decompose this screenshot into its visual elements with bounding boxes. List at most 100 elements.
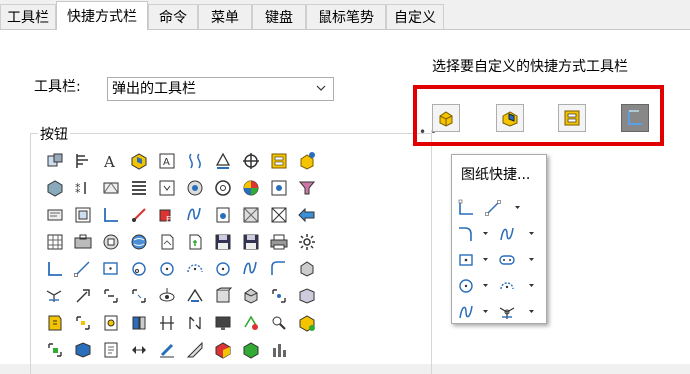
command-button-37[interactable] xyxy=(213,232,233,252)
command-button-1[interactable] xyxy=(45,151,65,171)
chevron-down-icon[interactable] xyxy=(528,308,535,315)
command-button-58[interactable] xyxy=(241,286,261,306)
tab-mouse-gestures[interactable]: 鼠标笔势 xyxy=(306,4,386,29)
command-button-25[interactable]: E xyxy=(157,205,177,225)
spline-tool-2[interactable] xyxy=(455,301,477,323)
chevron-down-icon[interactable] xyxy=(514,204,521,211)
tab-keyboard[interactable]: 键盘 xyxy=(252,4,306,29)
command-button-61[interactable] xyxy=(45,313,65,333)
command-button-24[interactable] xyxy=(129,205,149,225)
command-button-53[interactable] xyxy=(101,286,121,306)
circle-tool[interactable] xyxy=(455,275,477,297)
toolbar-select[interactable]: 弹出的工具栏 xyxy=(107,77,334,101)
command-button-9[interactable] xyxy=(269,151,289,171)
command-button-13[interactable] xyxy=(101,178,121,198)
tab-menus[interactable]: 菜单 xyxy=(198,4,252,29)
command-button-69[interactable] xyxy=(269,313,289,333)
chevron-down-icon[interactable] xyxy=(528,230,535,237)
command-button-68[interactable] xyxy=(241,313,261,333)
command-button-44[interactable] xyxy=(129,259,149,279)
command-button-72[interactable] xyxy=(73,340,93,360)
command-button-6[interactable] xyxy=(185,151,205,171)
command-button-43[interactable] xyxy=(101,259,121,279)
command-button-63[interactable] xyxy=(101,313,121,333)
command-button-16[interactable] xyxy=(185,178,205,198)
slot-tool[interactable] xyxy=(496,249,518,271)
drawing-shortcut-button[interactable] xyxy=(558,104,586,132)
command-button-55[interactable] xyxy=(157,286,177,306)
command-button-74[interactable] xyxy=(129,340,149,360)
command-button-5[interactable]: A xyxy=(157,151,177,171)
command-button-12[interactable]: ⁑ xyxy=(73,178,93,198)
command-button-51[interactable] xyxy=(45,286,65,306)
rectangle-tool[interactable] xyxy=(455,249,477,271)
command-button-2[interactable] xyxy=(73,151,93,171)
assembly-shortcut-button[interactable] xyxy=(496,104,524,132)
command-button-7[interactable] xyxy=(213,151,233,171)
command-button-34[interactable] xyxy=(129,232,149,252)
command-button-75[interactable] xyxy=(157,340,177,360)
command-button-23[interactable] xyxy=(101,205,121,225)
tab-customization[interactable]: 自定义 xyxy=(386,4,444,29)
command-button-20[interactable] xyxy=(297,178,317,198)
command-button-30[interactable] xyxy=(297,205,317,225)
command-button-22[interactable] xyxy=(73,205,93,225)
command-button-76[interactable] xyxy=(185,340,205,360)
command-button-8[interactable] xyxy=(241,151,261,171)
trim-tool[interactable] xyxy=(496,301,518,323)
command-button-45[interactable] xyxy=(157,259,177,279)
command-button-39[interactable] xyxy=(269,232,289,252)
line-tool[interactable] xyxy=(482,197,504,219)
command-button-27[interactable] xyxy=(213,205,233,225)
command-button-32[interactable] xyxy=(73,232,93,252)
command-button-15[interactable] xyxy=(157,178,177,198)
command-button-57[interactable] xyxy=(213,286,233,306)
command-button-31[interactable] xyxy=(45,232,65,252)
tab-shortcut-bar[interactable]: 快捷方式栏 xyxy=(56,1,148,30)
chevron-down-icon[interactable] xyxy=(482,256,489,263)
command-button-28[interactable] xyxy=(241,205,261,225)
chevron-down-icon[interactable] xyxy=(482,308,489,315)
command-button-26[interactable] xyxy=(185,205,205,225)
chevron-down-icon[interactable] xyxy=(528,256,535,263)
command-button-52[interactable] xyxy=(73,286,93,306)
command-button-59[interactable] xyxy=(269,286,289,306)
command-button-40[interactable] xyxy=(297,232,317,252)
command-button-49[interactable] xyxy=(269,259,289,279)
sketch-shortcut-button[interactable] xyxy=(621,104,649,132)
command-button-64[interactable] xyxy=(129,313,149,333)
command-button-18[interactable] xyxy=(241,178,261,198)
command-button-65[interactable] xyxy=(157,313,177,333)
command-button-48[interactable] xyxy=(241,259,261,279)
chevron-down-icon[interactable] xyxy=(482,230,489,237)
command-button-78[interactable] xyxy=(241,340,261,360)
command-button-77[interactable] xyxy=(213,340,233,360)
tab-toolbars[interactable]: 工具栏 xyxy=(0,4,56,29)
command-button-47[interactable] xyxy=(213,259,233,279)
command-button-56[interactable] xyxy=(185,286,205,306)
spline-tool[interactable] xyxy=(496,223,518,245)
command-button-50[interactable] xyxy=(297,259,317,279)
chevron-down-icon[interactable] xyxy=(482,282,489,289)
command-button-79[interactable] xyxy=(269,340,289,360)
command-button-70[interactable] xyxy=(297,313,317,333)
corner-rectangle-tool[interactable] xyxy=(455,197,477,219)
command-button-10[interactable] xyxy=(297,151,317,171)
command-button-4[interactable] xyxy=(129,151,149,171)
command-button-46[interactable] xyxy=(185,259,205,279)
command-button-62[interactable] xyxy=(73,313,93,333)
command-button-36[interactable] xyxy=(185,232,205,252)
command-button-73[interactable] xyxy=(101,340,121,360)
command-button-35[interactable] xyxy=(157,232,177,252)
command-button-60[interactable] xyxy=(297,286,317,306)
command-button-66[interactable] xyxy=(185,313,205,333)
command-button-14[interactable] xyxy=(129,178,149,198)
command-button-41[interactable] xyxy=(45,259,65,279)
command-button-54[interactable] xyxy=(129,286,149,306)
command-button-67[interactable] xyxy=(213,313,233,333)
command-button-17[interactable] xyxy=(213,178,233,198)
command-button-42[interactable] xyxy=(73,259,93,279)
command-button-19[interactable] xyxy=(269,178,289,198)
fillet-tool[interactable] xyxy=(455,223,477,245)
part-shortcut-button[interactable] xyxy=(432,104,460,132)
